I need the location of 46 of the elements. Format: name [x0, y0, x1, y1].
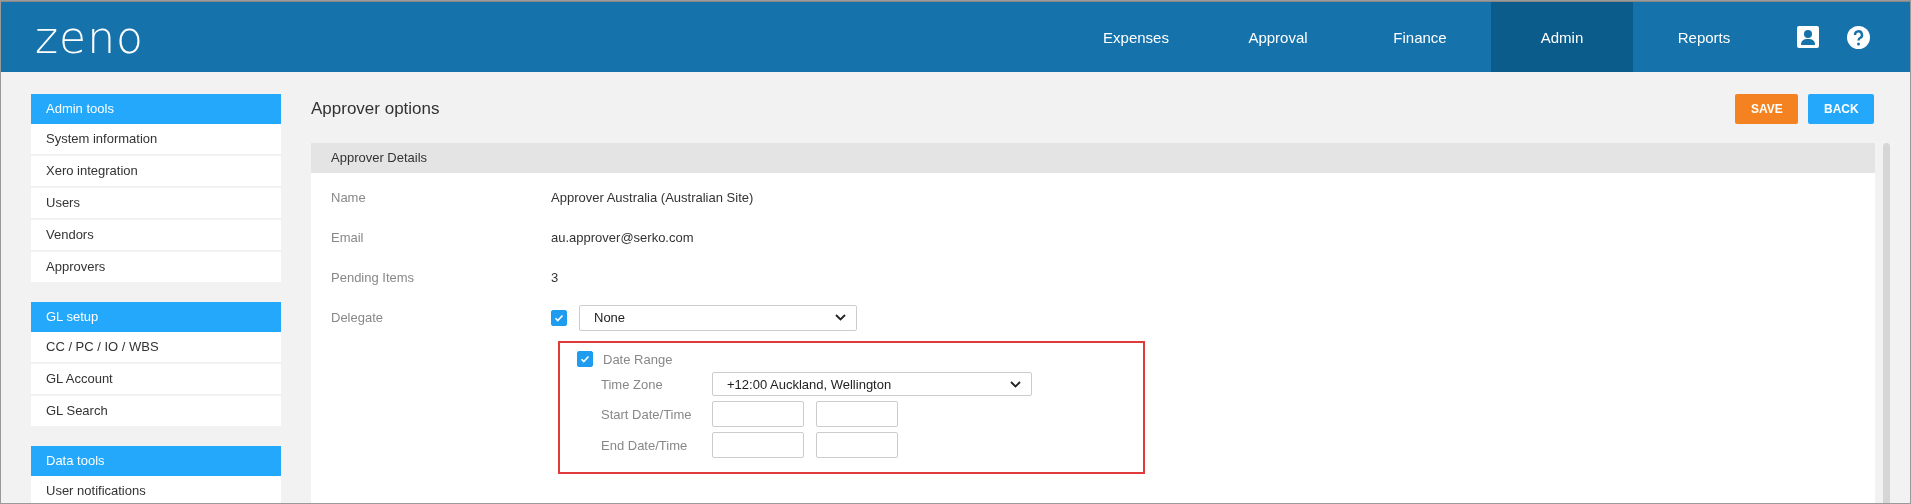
sidebar-item[interactable]: CC / PC / IO / WBS	[31, 332, 281, 362]
field-label: Delegate	[331, 310, 385, 325]
time-zone-select[interactable]: +12:00 Auckland, Wellington	[712, 372, 1032, 396]
checkbox-label: Date Range	[603, 351, 673, 367]
profile-icon[interactable]	[1797, 26, 1819, 48]
time-input[interactable]	[816, 432, 898, 458]
checkbox[interactable]	[551, 309, 567, 326]
sidebar-item[interactable]: Approvers	[31, 252, 281, 282]
check-icon	[580, 354, 590, 364]
field-label: Start Date/Time	[601, 406, 693, 422]
field-value: au.approver@serko.com	[551, 230, 694, 245]
field-label: Email	[331, 230, 365, 245]
help-icon[interactable]	[1847, 25, 1870, 49]
field-label: Name	[331, 190, 367, 205]
delegate-select[interactable]: None	[579, 304, 857, 331]
field-label: End Date/Time	[601, 437, 689, 453]
check-icon	[554, 312, 564, 323]
chevron-down-icon	[1010, 380, 1021, 388]
nav-tab[interactable]: Admin	[1491, 2, 1633, 72]
sidebar-item[interactable]: System information	[31, 124, 281, 154]
sidebar-item[interactable]: Users	[31, 188, 281, 218]
sidebar-heading: GL setup	[31, 302, 281, 332]
nav-tab[interactable]: Finance	[1349, 2, 1491, 72]
nav-tab[interactable]: Expenses	[1065, 2, 1207, 72]
time-input[interactable]	[816, 401, 898, 427]
date-input[interactable]	[712, 432, 804, 458]
logo: zeno	[35, 11, 144, 63]
sidebar-item[interactable]: GL Account	[31, 364, 281, 394]
sidebar-item[interactable]: Vendors	[31, 220, 281, 250]
field-label: Time Zone	[601, 376, 664, 392]
chevron-down-icon	[835, 314, 846, 321]
sidebar-item[interactable]: User notifications	[31, 476, 281, 503]
nav-tab[interactable]: Reports	[1633, 2, 1775, 72]
page-title: Approver options	[311, 99, 440, 119]
sidebar-item[interactable]: GL Search	[31, 396, 281, 426]
sidebar-item[interactable]: Xero integration	[31, 156, 281, 186]
sidebar-heading: Data tools	[31, 446, 281, 476]
panel-header: Approver Details	[311, 143, 1875, 173]
scrollbar[interactable]	[1883, 143, 1890, 503]
sidebar-heading: Admin tools	[31, 94, 281, 124]
field-label: Pending Items	[331, 270, 416, 285]
nav-tab[interactable]: Approval	[1207, 2, 1349, 72]
field-value: 3	[551, 270, 559, 285]
checkbox[interactable]	[577, 351, 593, 367]
field-value: Approver Australia (Australian Site)	[551, 190, 754, 205]
date-input[interactable]	[712, 401, 804, 427]
